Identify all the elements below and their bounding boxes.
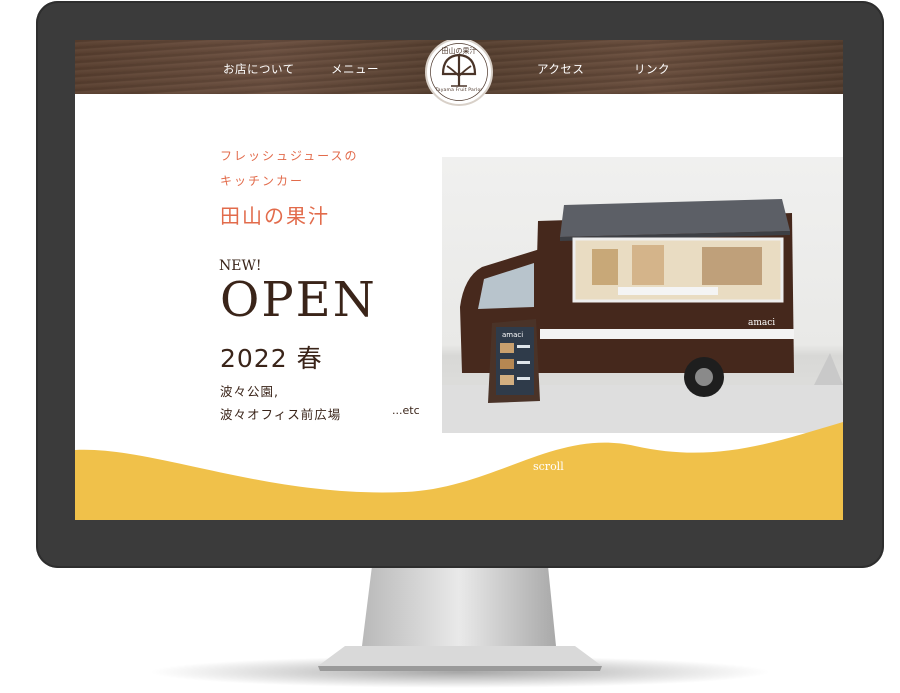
truck-name: amaci [748, 318, 775, 328]
nav-about[interactable]: お店について [223, 61, 295, 77]
website-screen: お店について メニュー アクセス リンク 田山の果汁 Tayama Fruit … [75, 40, 843, 520]
kitchen-truck-illustration: amaci amaci [442, 199, 843, 433]
hero-headline: OPEN [220, 272, 377, 328]
hero-kicker-line2: キッチンカー [220, 174, 305, 188]
hero-location-line1: 波々公園, [220, 384, 279, 399]
logo-title: 田山の果汁 [441, 47, 477, 55]
hero-brand: 田山の果汁 [220, 204, 330, 228]
nav-access[interactable]: アクセス [537, 61, 584, 77]
hero-photo: amaci amaci [442, 157, 843, 433]
sign-name: amaci [502, 331, 523, 339]
hero-etc: ...etc [392, 404, 420, 417]
hero-season: 2022 春 [220, 344, 323, 373]
nav-menu[interactable]: メニュー [331, 61, 379, 77]
logo-subtitle: Tayama Fruit Parlor [435, 88, 483, 93]
hero-kicker-line1: フレッシュジュースの [220, 149, 359, 163]
scroll-indicator[interactable]: scroll [533, 460, 564, 473]
yellow-wave [75, 422, 843, 520]
site-logo[interactable]: 田山の果汁 Tayama Fruit Parlor [425, 40, 493, 106]
nav-links[interactable]: リンク [634, 61, 670, 77]
